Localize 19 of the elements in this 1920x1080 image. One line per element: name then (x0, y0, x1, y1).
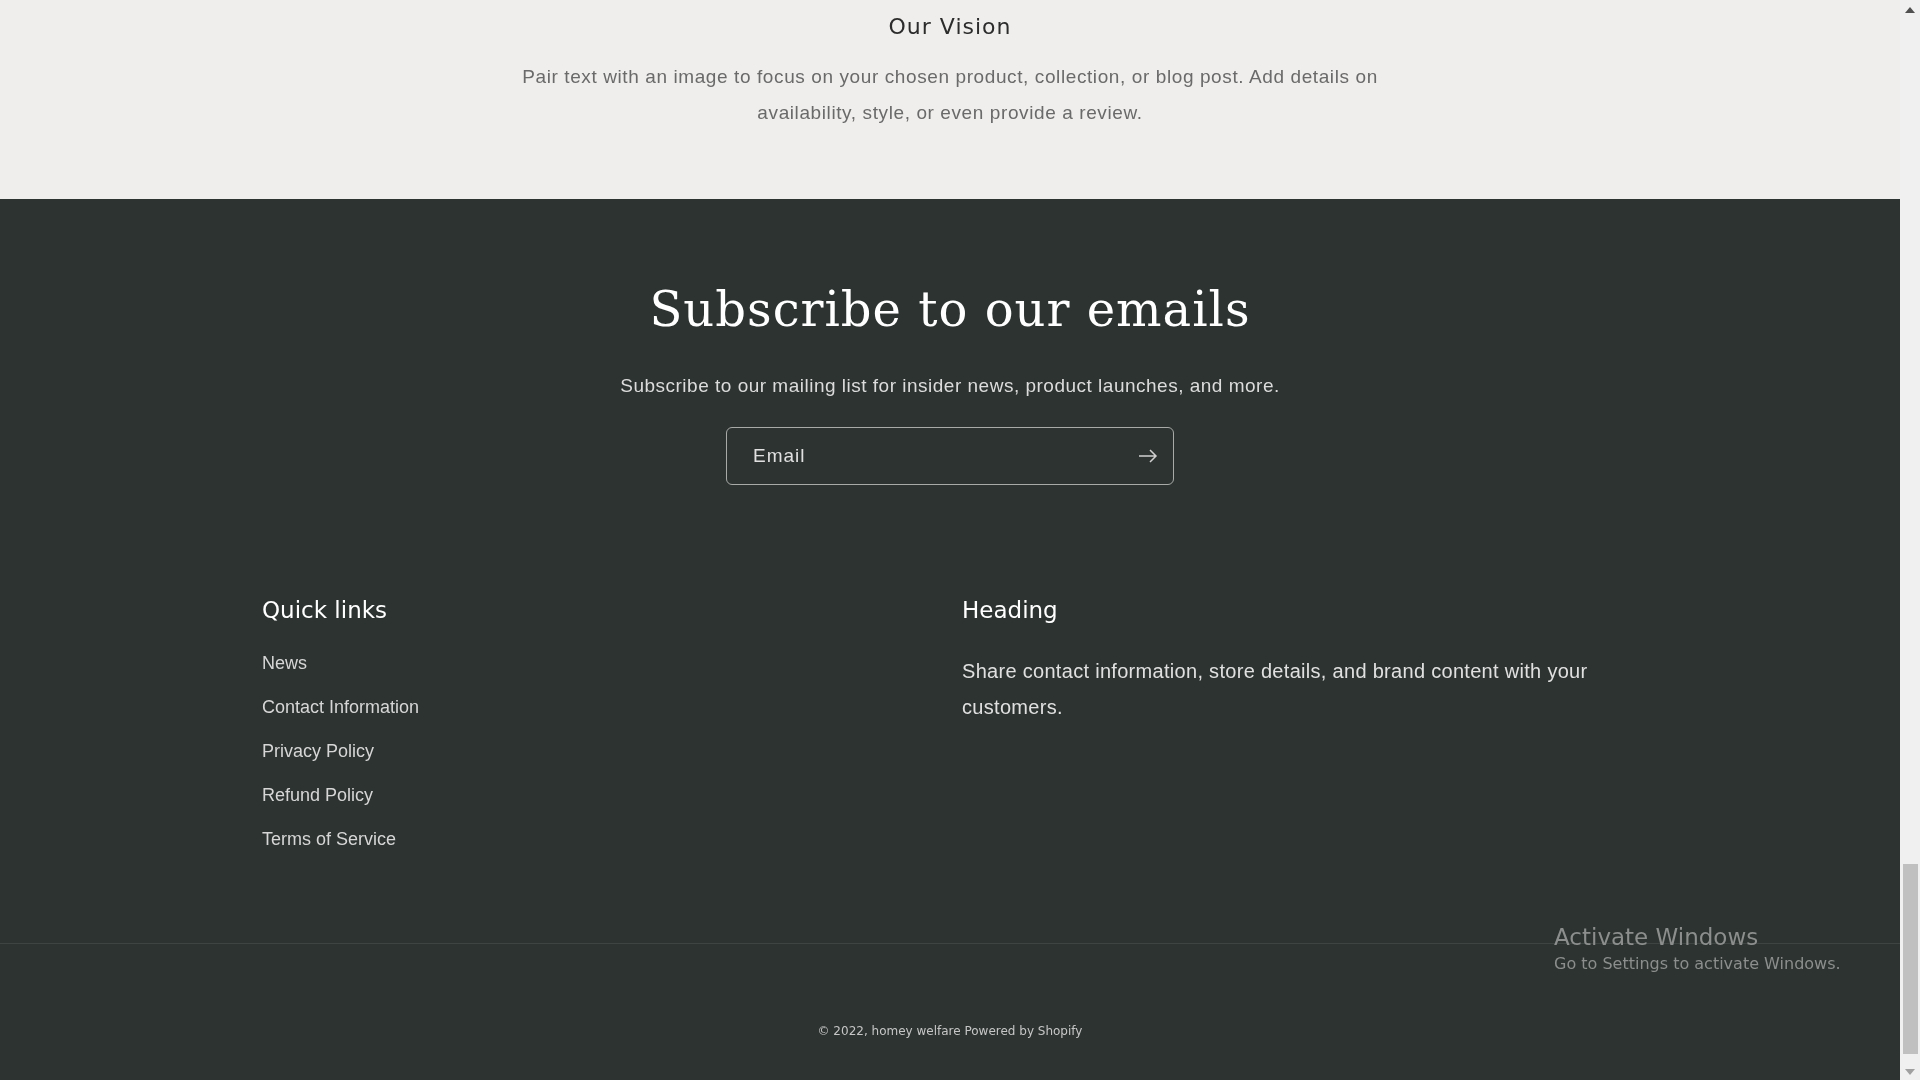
footer-link[interactable]: Terms of Service (262, 829, 962, 850)
footer-link[interactable]: Privacy Policy (262, 741, 962, 762)
activation-title: Activate Windows (1554, 924, 1760, 950)
footer-heading: Heading (962, 597, 1059, 623)
footer-link[interactable]: Contact Information (262, 697, 962, 718)
email-field[interactable]: Email (726, 427, 1174, 485)
scrollbar-thumb[interactable] (1902, 864, 1918, 1054)
newsletter-text: Subscribe to our mailing list for insider news, product launches, and more. (620, 375, 1280, 397)
newsletter-title: Subscribe to our emails (649, 281, 1251, 337)
section-title: Our Vision (888, 14, 1012, 39)
footer-link[interactable]: News (262, 653, 962, 674)
scroll-up-icon[interactable] (1905, 6, 1915, 14)
footer-heading: Quick links (262, 597, 388, 623)
footer-text: Share contact information, store details, and brand content with your customers. (962, 659, 1589, 720)
footer-link[interactable]: Refund Policy (262, 785, 962, 806)
activation-text: Go to Settings to activate Windows. (1554, 954, 1841, 973)
arrow-icon[interactable] (1138, 449, 1158, 463)
copyright-text: © 2022, homey welfare Powered by Shopify (816, 1024, 1084, 1038)
section-text: Pair text with an image to focus on your chosen product, collection, or blog post. Add details on availability, style, or even provide a review. (521, 65, 1379, 125)
